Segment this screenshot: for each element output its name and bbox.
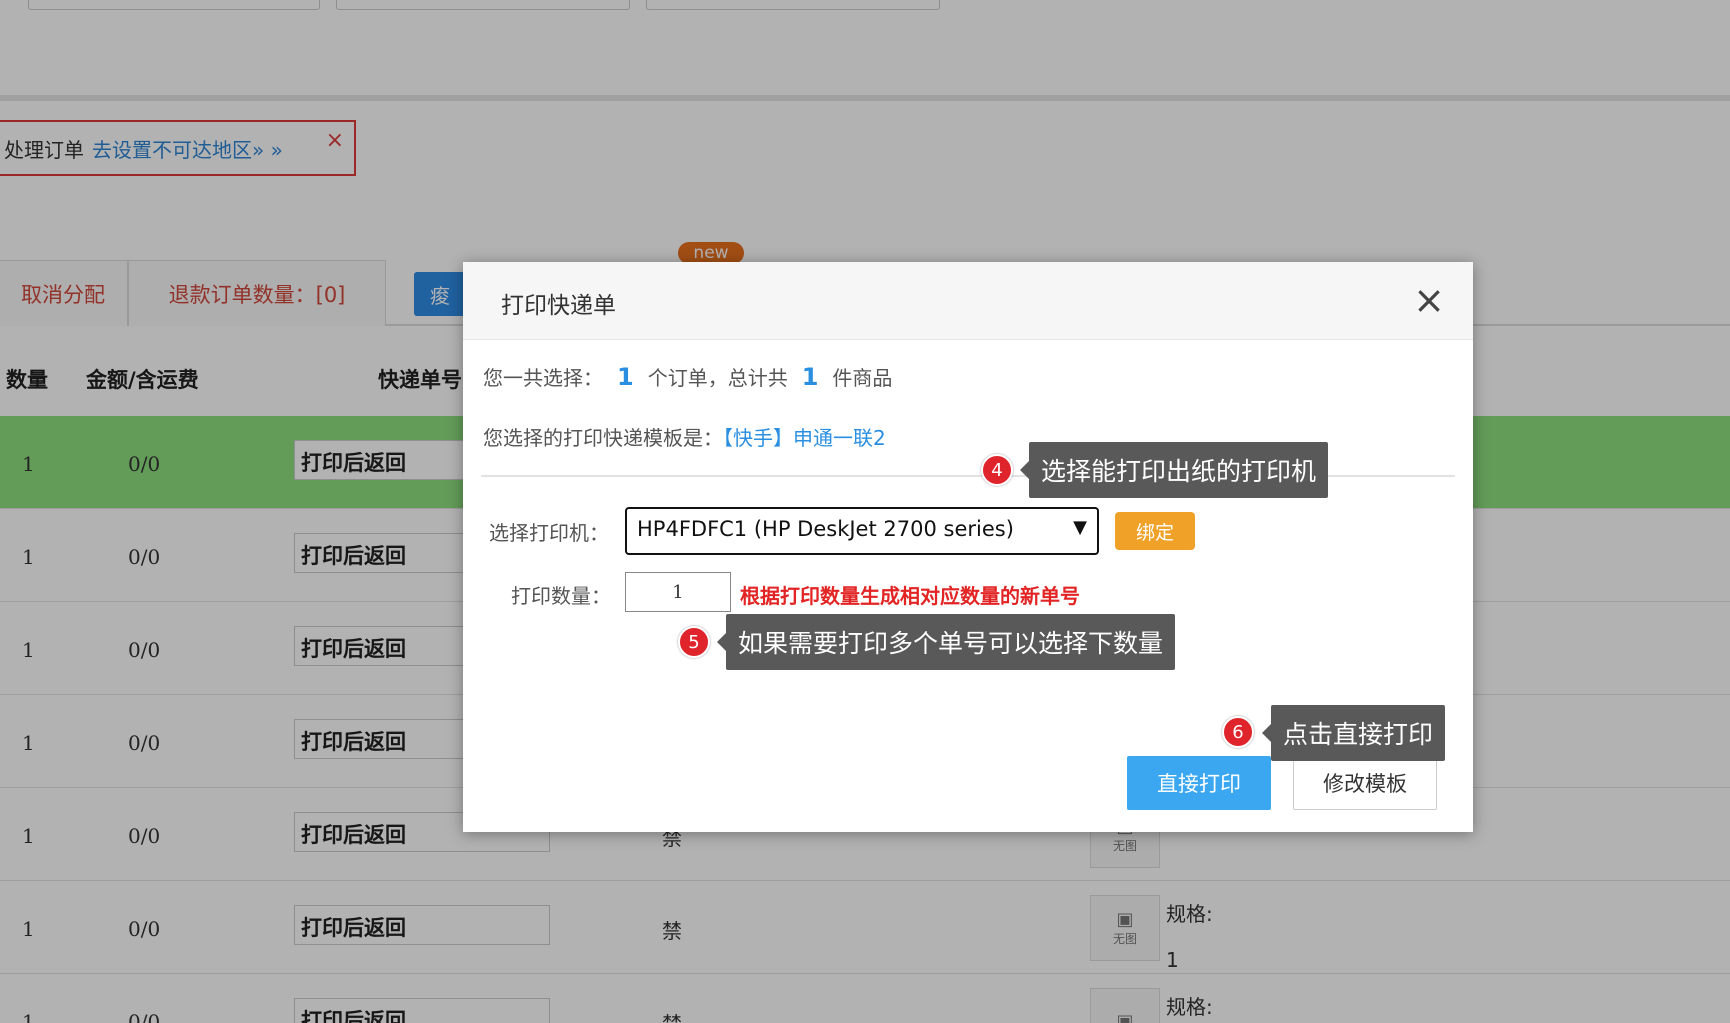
printer-selected-value: HP4FDFC1 (HP DeskJet 2700 series) (637, 517, 1014, 541)
step-5-marker: 5 (678, 626, 710, 658)
summary-middle: 个订单，总计共 (647, 366, 788, 390)
print-quantity-input[interactable]: 1 (625, 572, 731, 612)
template-link[interactable]: 【快手】申通一联2 (723, 426, 886, 450)
bind-printer-button[interactable]: 绑定 (1115, 512, 1195, 550)
quantity-label: 打印数量： (511, 584, 611, 608)
dialog-header: 打印快递单 × (463, 262, 1473, 340)
printer-label: 选择打印机： (489, 521, 609, 545)
summary-prefix: 您一共选择： (483, 366, 603, 390)
quantity-hint: 根据打印数量生成相对应数量的新单号 (740, 584, 1080, 608)
item-count: 1 (801, 363, 819, 391)
template-line: 您选择的打印快递模板是：【快手】申通一联2 (483, 422, 886, 451)
step-5-callout: 如果需要打印多个单号可以选择下数量 (716, 614, 1176, 670)
order-count: 1 (617, 363, 634, 391)
direct-print-button[interactable]: 直接打印 (1127, 756, 1271, 810)
step-4-marker: 4 (981, 454, 1013, 486)
summary-suffix: 件商品 (832, 366, 893, 390)
selection-summary: 您一共选择： 1 个订单，总计共 1 件商品 (483, 362, 892, 391)
dialog-title: 打印快递单 (501, 293, 616, 319)
template-label: 您选择的打印快递模板是： (483, 426, 723, 450)
step-4-callout: 选择能打印出纸的打印机 (1019, 442, 1329, 498)
edit-template-button[interactable]: 修改模板 (1293, 756, 1437, 810)
chevron-down-icon: ▼ (1073, 517, 1087, 538)
close-icon[interactable]: × (1413, 278, 1445, 322)
step-6-marker: 6 (1222, 716, 1254, 748)
printer-select[interactable]: HP4FDFC1 (HP DeskJet 2700 series) ▼ (625, 507, 1099, 555)
step-6-callout: 点击直接打印 (1261, 705, 1446, 761)
